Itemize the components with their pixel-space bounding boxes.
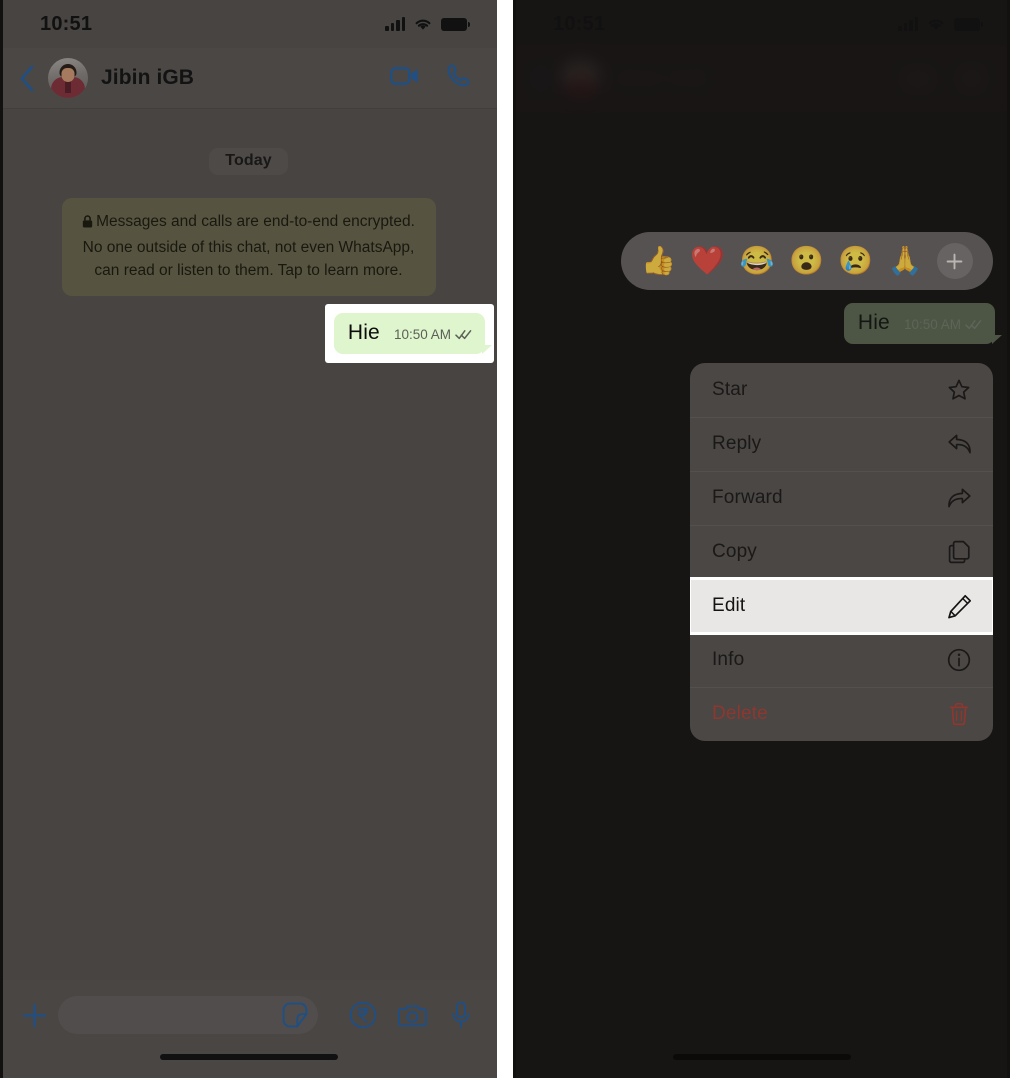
face-with-tears-of-joy-emoji[interactable]: 😂	[740, 247, 775, 275]
reply-icon	[946, 431, 972, 457]
phone-right-bezel-left	[513, 0, 516, 1078]
message-context-menu[interactable]: Star Reply Forward Copy Edit Info Delete	[690, 363, 993, 741]
right-phone-panel: Jibin iGB 10:51 👍	[513, 0, 1010, 1078]
left-status-bar: 10:51	[0, 0, 497, 48]
status-icon-group	[898, 17, 983, 31]
right-status-bar: 10:51	[513, 0, 1010, 48]
screenshot-stage: 10:51 Jibin iGB Today Messages and calls…	[0, 0, 1010, 1078]
face-with-open-mouth-emoji[interactable]: 😮	[789, 247, 824, 275]
home-indicator	[159, 1054, 338, 1060]
context-menu-label: Star	[712, 379, 748, 400]
microphone-icon[interactable]	[445, 999, 477, 1031]
status-time: 10:51	[40, 12, 93, 35]
context-menu-label: Reply	[712, 433, 762, 454]
context-menu-label: Copy	[712, 541, 757, 562]
emoji-reaction-bar[interactable]: 👍 ❤️ 😂 😮 😢 🙏	[621, 232, 993, 290]
cellular-bars-icon	[385, 17, 405, 31]
wifi-icon	[928, 19, 944, 30]
message-meta: 10:50 AM	[394, 327, 472, 342]
add-reaction-plus-icon[interactable]	[936, 243, 973, 279]
context-menu-item-reply[interactable]: Reply	[690, 417, 993, 471]
context-menu-item-star[interactable]: Star	[690, 363, 993, 417]
context-menu-item-info[interactable]: Info	[690, 633, 993, 687]
double-check-read-icon	[965, 320, 982, 330]
sticker-icon[interactable]	[282, 1002, 308, 1028]
info-icon	[946, 647, 972, 673]
header-actions	[390, 63, 471, 93]
context-menu-label: Delete	[712, 703, 768, 724]
selected-message-bubble[interactable]: Hie 10:50 AM	[843, 303, 1003, 344]
rupee-payment-icon[interactable]	[347, 999, 379, 1031]
status-time: 10:51	[553, 12, 606, 35]
message-row: Hie 10:50 AM	[0, 303, 497, 363]
copy-icon	[946, 539, 972, 565]
video-call-icon[interactable]	[390, 65, 420, 92]
avatar[interactable]	[48, 58, 88, 98]
battery-full-icon	[954, 17, 983, 31]
message-time: 10:50 AM	[393, 326, 451, 342]
chat-header: Jibin iGB	[0, 48, 497, 109]
context-menu-label: Edit	[712, 595, 746, 616]
selected-message-time: 10:50 AM	[903, 317, 961, 332]
context-menu-item-edit[interactable]: Edit	[690, 577, 993, 635]
battery-full-icon	[441, 17, 470, 31]
pencil-edit-icon	[946, 593, 972, 619]
selected-message-row: Hie 10:50 AM	[843, 303, 1003, 344]
star-icon	[946, 377, 972, 403]
thumbs-up-emoji[interactable]: 👍	[641, 247, 676, 275]
chat-message-list[interactable]: Today Messages and calls are end-to-end …	[0, 110, 497, 980]
trash-delete-icon	[946, 701, 972, 727]
page-title[interactable]: Jibin iGB	[101, 66, 390, 90]
cellular-bars-icon	[898, 17, 918, 31]
left-phone-panel: 10:51 Jibin iGB Today Messages and calls…	[0, 0, 497, 1078]
selected-message-text: Hie	[857, 311, 890, 334]
message-text-input[interactable]	[58, 996, 318, 1034]
forward-icon	[946, 485, 972, 511]
phone-left-bezel	[0, 0, 3, 1078]
double-check-read-icon	[455, 329, 472, 339]
red-heart-emoji[interactable]: ❤️	[690, 247, 725, 275]
home-indicator	[672, 1054, 851, 1060]
message-bubble-wrap: Hie 10:50 AM	[324, 303, 494, 363]
outgoing-message-bubble[interactable]: Hie 10:50 AM	[333, 312, 493, 354]
encryption-notice[interactable]: Messages and calls are end-to-end encryp…	[61, 198, 436, 296]
back-chevron-icon[interactable]	[12, 63, 42, 93]
context-menu-label: Info	[712, 649, 745, 670]
message-text: Hie	[347, 320, 380, 344]
panel-gap	[497, 0, 513, 1078]
encryption-notice-text: Messages and calls are end-to-end encryp…	[82, 213, 415, 280]
crying-face-emoji[interactable]: 😢	[838, 247, 873, 275]
search-input[interactable]	[58, 996, 318, 1034]
camera-icon[interactable]	[396, 999, 428, 1031]
selected-message-meta: 10:50 AM	[904, 317, 982, 332]
status-icon-group	[385, 17, 470, 31]
context-menu-item-forward[interactable]: Forward	[690, 471, 993, 525]
folded-hands-emoji[interactable]: 🙏	[888, 247, 923, 275]
context-menu-item-copy[interactable]: Copy	[690, 525, 993, 579]
context-menu-item-delete[interactable]: Delete	[690, 687, 993, 741]
message-input-bar	[0, 980, 497, 1078]
plus-attach-icon[interactable]	[12, 993, 56, 1037]
wifi-icon	[415, 19, 431, 30]
context-menu-label: Forward	[712, 487, 783, 508]
lock-icon	[82, 212, 93, 236]
phone-call-icon[interactable]	[446, 63, 471, 93]
day-divider: Today	[209, 148, 287, 175]
